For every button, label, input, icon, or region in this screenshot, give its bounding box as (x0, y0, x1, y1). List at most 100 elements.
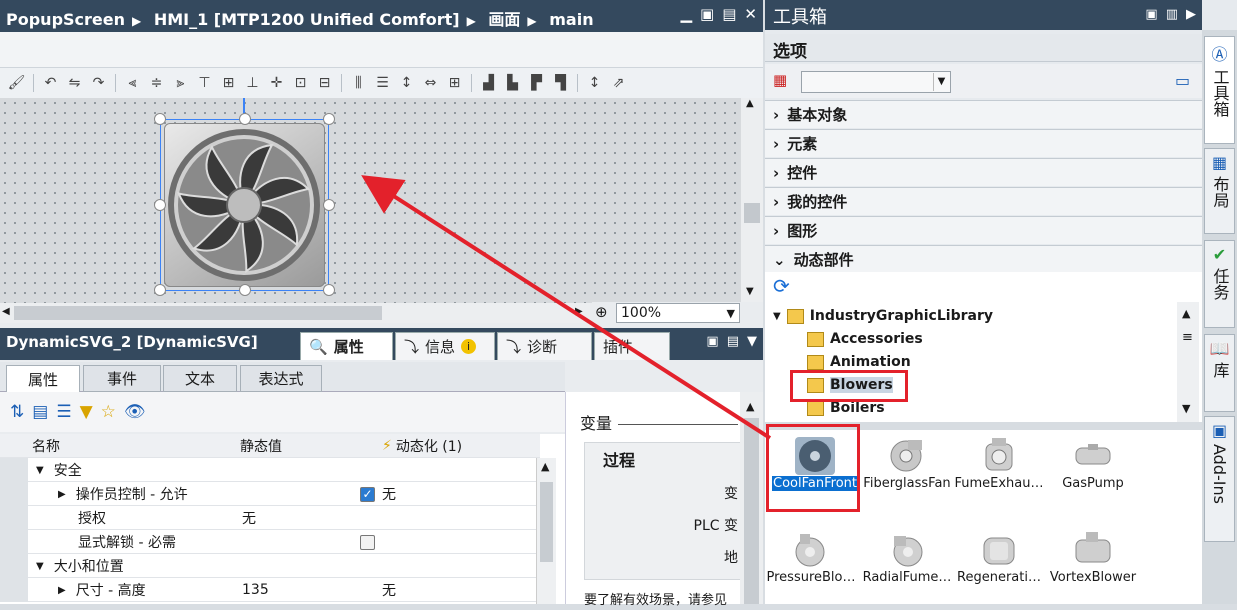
screen-canvas[interactable] (0, 98, 741, 303)
favorite-icon[interactable]: ☆ (101, 402, 116, 422)
canvas-vertical-scrollbar[interactable]: ▲ ▼ (741, 98, 763, 303)
column-static[interactable]: 静态值 (240, 434, 282, 458)
filter-icon[interactable]: ▼ (80, 402, 93, 422)
grid-scrollbar[interactable]: ▲ (536, 458, 556, 604)
side-tab-tasks[interactable]: ✔ 任务 (1204, 240, 1235, 328)
scroll-up-icon[interactable]: ▲ (1182, 307, 1190, 320)
minimize-icon[interactable]: ▁ (681, 5, 693, 23)
scroll-left-icon[interactable]: ◀ (2, 306, 10, 317)
align-left-icon[interactable]: ⫷ (122, 73, 143, 93)
breadcrumb-item[interactable]: PopupScreen (6, 10, 125, 29)
bring-front-icon[interactable]: ▟ (478, 73, 499, 93)
eye-icon[interactable]: 👁 (124, 402, 146, 422)
property-row[interactable]: 授权 无 (0, 506, 540, 530)
property-dynamic-value[interactable]: 无 (382, 482, 396, 506)
options-header[interactable]: 选项 (765, 34, 1202, 62)
property-row[interactable]: ▶ 操作员控制 - 允许 ✓ 无 (0, 482, 540, 506)
more-icon[interactable]: ⇗ (608, 73, 629, 93)
zoom-select[interactable]: 100% ▼ (616, 303, 740, 323)
resize-handle[interactable] (154, 284, 166, 296)
property-row[interactable]: 显式解锁 - 必需 (0, 530, 540, 554)
align-middle-icon[interactable]: ⊞ (218, 73, 239, 93)
center-h-icon[interactable]: ✛ (266, 73, 287, 93)
column-name[interactable]: 名称 (32, 434, 60, 458)
side-tab-layout[interactable]: ▦ 布局 (1204, 148, 1235, 234)
list-icon[interactable]: ☰ (56, 402, 71, 422)
group-icon[interactable]: ▤ (32, 402, 48, 422)
tab-plugins[interactable]: 插件 (594, 332, 670, 360)
property-checkbox-cell[interactable]: ✓ (360, 482, 375, 506)
chevron-right-icon[interactable]: ▶ (1186, 7, 1196, 22)
options-dropdown[interactable]: ▼ (801, 71, 951, 93)
resize-handle[interactable] (323, 199, 335, 211)
scroll-up-icon[interactable]: ▲ (541, 460, 549, 473)
breadcrumb-item[interactable]: 画面 (488, 10, 520, 29)
collapse-icon[interactable]: ▼ (36, 465, 44, 476)
property-dynamic-value[interactable]: 无 (382, 578, 396, 602)
checkbox-checked[interactable]: ✓ (360, 486, 375, 502)
backward-icon[interactable]: ▜ (550, 73, 571, 93)
library-node[interactable]: ▼ IndustryGraphicLibrary (773, 308, 993, 324)
resize-handle[interactable] (323, 113, 335, 125)
category-controls[interactable]: › 控件 (765, 158, 1202, 186)
breadcrumb-item[interactable]: main (549, 10, 593, 29)
rotate-right-icon[interactable]: ↷ (88, 73, 109, 93)
collapse-icon[interactable]: ▼ (36, 561, 44, 572)
zoom-icon[interactable]: ⊕ (595, 303, 608, 321)
rotate-left-icon[interactable]: ↶ (40, 73, 61, 93)
breadcrumb-item[interactable]: HMI_1 [MTP1200 Unified Comfort] (154, 10, 460, 29)
same-height-icon[interactable]: ↕ (396, 73, 417, 93)
checkbox[interactable] (360, 534, 375, 550)
same-width-icon[interactable]: ⇔ (420, 73, 441, 93)
widget-fiberglassfan[interactable]: FiberglassFan (861, 432, 953, 516)
scroll-up-icon[interactable]: ▲ (746, 98, 754, 109)
widget-fumeexhaust[interactable]: FumeExhau… (953, 432, 1045, 516)
property-row[interactable]: ▶ 尺寸 - 高度 135 无 (0, 578, 540, 602)
palette-icon[interactable]: ▦ (773, 71, 787, 89)
resize-handle[interactable] (239, 284, 251, 296)
tab-diagnostics[interactable]: ⤵ 诊断 (497, 332, 592, 360)
tab-order-icon[interactable]: ↕ (584, 73, 605, 93)
float-icon[interactable]: ▣ (1145, 7, 1157, 22)
widget-radialfume[interactable]: RadialFume… (861, 526, 953, 610)
resize-handle[interactable] (154, 113, 166, 125)
collapse-icon[interactable]: ▼ (747, 334, 757, 349)
menu-icon[interactable]: ▤ (727, 334, 739, 349)
subtab-texts[interactable]: 文本 (163, 365, 237, 392)
close-icon[interactable]: ✕ (744, 5, 757, 23)
subtab-properties[interactable]: 属性 (6, 365, 80, 392)
library-scrollbar[interactable]: ▲ ≡ ▼ (1177, 302, 1199, 422)
widget-regenerative[interactable]: Regenerati… (953, 526, 1045, 610)
distribute-v-icon[interactable]: ☰ (372, 73, 393, 93)
scroll-down-icon[interactable]: ▼ (746, 286, 754, 297)
side-tab-libraries[interactable]: 📖 库 (1204, 334, 1235, 412)
align-right-icon[interactable]: ⫸ (170, 73, 191, 93)
scroll-right-icon[interactable]: ▶ (575, 306, 583, 317)
resize-handle[interactable] (323, 284, 335, 296)
resize-handle[interactable] (239, 113, 251, 125)
align-center-icon[interactable]: ≑ (146, 73, 167, 93)
forward-icon[interactable]: ▛ (526, 73, 547, 93)
property-row[interactable]: ▼ 安全 (0, 458, 540, 482)
align-bottom-icon[interactable]: ⊥ (242, 73, 263, 93)
category-graphics[interactable]: › 图形 (765, 216, 1202, 244)
tab-info[interactable]: ⤵ 信息 i (395, 332, 495, 360)
menu-icon[interactable]: ▥ (1166, 7, 1178, 22)
scroll-grip-icon[interactable]: ≡ (1182, 330, 1193, 345)
side-tab-addins[interactable]: ▣ Add-Ins (1204, 416, 1235, 542)
float-icon[interactable]: ▣ (706, 334, 718, 349)
canvas-horizontal-scrollbar[interactable]: ◀ ▶ (0, 303, 590, 323)
center-both-icon[interactable]: ⊟ (314, 73, 335, 93)
center-v-icon[interactable]: ⊡ (290, 73, 311, 93)
side-tab-toolbox[interactable]: Ⓐ 工具箱 (1204, 36, 1235, 144)
brush-icon[interactable]: 🖌 (6, 73, 27, 93)
subtab-expressions[interactable]: 表达式 (240, 365, 322, 392)
float-icon[interactable]: ▣ (700, 5, 714, 23)
folder-animation[interactable]: Animation (807, 354, 911, 370)
category-dynamic-widgets[interactable]: ⌄ 动态部件 (765, 245, 1202, 273)
widget-vortexblower[interactable]: VortexBlower (1047, 526, 1139, 610)
sort-az-icon[interactable]: ⇅ (10, 402, 24, 422)
same-size-icon[interactable]: ⊞ (444, 73, 465, 93)
refresh-icon[interactable]: ⟳ (773, 274, 790, 298)
property-static-value[interactable]: 135 (242, 578, 269, 602)
